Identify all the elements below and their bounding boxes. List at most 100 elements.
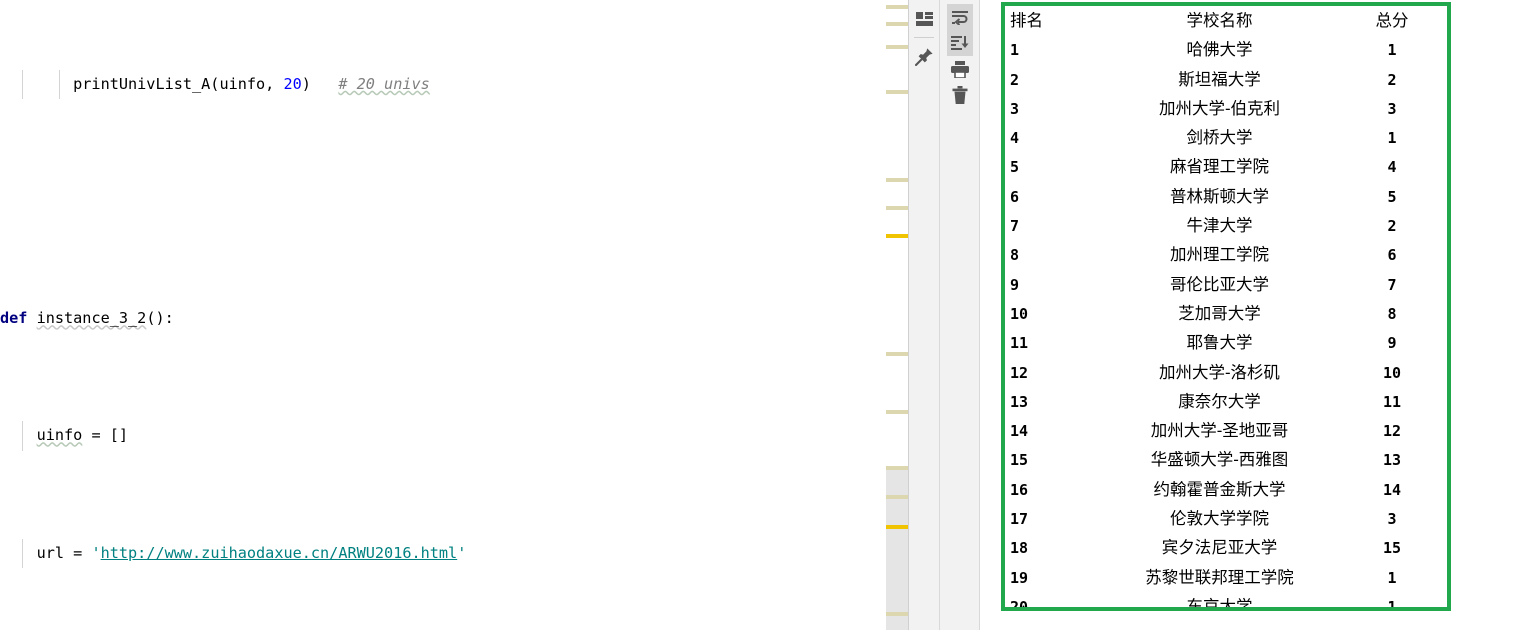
table-row: 10 芝加哥大学 8: [1005, 299, 1447, 328]
table-row: 4 剑桥大学 1: [1005, 123, 1447, 152]
table-row: 9 哥伦比亚大学 7: [1005, 270, 1447, 299]
table-row: 2 斯坦福大学 2: [1005, 65, 1447, 94]
cell-rank: 10: [1010, 304, 1029, 323]
table-row: 7 牛津大学 2: [1005, 211, 1447, 240]
cell-score: 1: [1387, 129, 1397, 148]
table-row: 19 苏黎世联邦理工学院 1: [1005, 563, 1447, 592]
cell-score: 1: [1387, 568, 1397, 587]
console-side-toolbar: [940, 0, 980, 630]
column-header-score: 总分: [1375, 11, 1409, 30]
cell-rank: 14: [1010, 422, 1029, 441]
cell-rank: 3: [1010, 99, 1020, 118]
scrollbar-marker[interactable]: [886, 612, 908, 616]
cell-name: 宾夕法尼亚大学: [1161, 538, 1278, 558]
scrollbar-thumb[interactable]: [886, 468, 908, 630]
cell-score: 3: [1387, 99, 1397, 118]
cell-score: 3: [1387, 510, 1397, 529]
cell-score: 9: [1387, 334, 1397, 353]
scrollbar-marker[interactable]: [886, 22, 908, 26]
trash-icon[interactable]: [947, 82, 973, 108]
cell-name: 加州大学-洛杉矶: [1158, 362, 1281, 382]
print-icon[interactable]: [947, 56, 973, 82]
cell-name: 约翰霍普金斯大学: [1153, 479, 1286, 499]
scrollbar-marker[interactable]: [886, 495, 908, 499]
output-bordered-region: 排名 学校名称 总分 1 哈佛大学 1 2 斯坦福大学 2 3 加州大学-伯克利: [1001, 2, 1451, 611]
ide-window: printUnivList_A(uinfo, 20) # 20 univs de…: [0, 0, 1525, 630]
cell-name: 芝加哥大学: [1178, 303, 1261, 323]
table-row: 6 普林斯顿大学 5: [1005, 182, 1447, 211]
pin-icon[interactable]: [911, 43, 937, 69]
cell-rank: 11: [1010, 334, 1029, 353]
scrollbar-marker-warning[interactable]: [886, 525, 908, 529]
scrollbar-marker[interactable]: [886, 206, 908, 210]
cell-score: 2: [1387, 70, 1397, 89]
university-ranking-table: 排名 学校名称 总分 1 哈佛大学 1 2 斯坦福大学 2 3 加州大学-伯克利: [1005, 6, 1447, 611]
scroll-to-end-icon[interactable]: [946, 30, 973, 56]
cell-name: 加州理工学院: [1170, 245, 1269, 265]
cell-score: 13: [1382, 451, 1402, 470]
cell-score: 1: [1387, 41, 1397, 60]
cell-score: 5: [1387, 187, 1397, 206]
cell-score: 2: [1387, 217, 1397, 236]
table-row: 3 加州大学-伯克利 3: [1005, 94, 1447, 123]
cell-rank: 4: [1010, 129, 1020, 148]
table-row: 18 宾夕法尼亚大学 15: [1005, 533, 1447, 562]
scrollbar-marker[interactable]: [886, 90, 908, 94]
cell-rank: 9: [1010, 275, 1020, 294]
scrollbar-marker[interactable]: [886, 45, 908, 49]
cell-name: 哈佛大学: [1186, 40, 1253, 60]
cell-score: 10: [1382, 363, 1402, 382]
cell-score: 7: [1387, 275, 1397, 294]
scrollbar-marker[interactable]: [886, 466, 908, 470]
cell-score: 12: [1382, 422, 1402, 441]
cell-rank: 17: [1010, 510, 1029, 529]
cell-name: 苏黎世联邦理工学院: [1145, 567, 1294, 587]
table-row: 5 麻省理工学院 4: [1005, 152, 1447, 181]
code-line: printUnivList_A(uinfo, 20) # 20 univs: [0, 69, 886, 100]
cell-rank: 5: [1010, 158, 1020, 177]
cell-rank: 8: [1010, 246, 1020, 265]
cell-name: 牛津大学: [1186, 216, 1253, 236]
scrollbar-marker[interactable]: [886, 5, 908, 9]
cell-score: 8: [1387, 304, 1397, 323]
code-content[interactable]: printUnivList_A(uinfo, 20) # 20 univs de…: [0, 0, 886, 630]
cell-rank: 13: [1010, 392, 1029, 411]
cell-rank: 1: [1010, 41, 1020, 60]
editor-scrollbar[interactable]: [886, 0, 909, 630]
cell-name: 伦敦大学学院: [1170, 509, 1269, 529]
layout-panes-icon[interactable]: [911, 6, 937, 32]
toolbar-divider: [914, 37, 934, 38]
cell-name: 剑桥大学: [1186, 128, 1253, 148]
table-row: 16 约翰霍普金斯大学 14: [1005, 475, 1447, 504]
cell-rank: 15: [1010, 451, 1029, 470]
scrollbar-marker[interactable]: [886, 410, 908, 414]
soft-wrap-icon[interactable]: [946, 4, 973, 30]
table-row: 20 东京大学 1: [1005, 592, 1447, 611]
cell-name: 哥伦比亚大学: [1170, 274, 1269, 294]
cell-name: 耶鲁大学: [1186, 333, 1253, 353]
table-row: 15 华盛顿大学-西雅图 13: [1005, 445, 1447, 474]
cell-name: 东京大学: [1186, 596, 1253, 611]
table-row: 11 耶鲁大学 9: [1005, 328, 1447, 357]
cell-name: 普林斯顿大学: [1170, 186, 1269, 206]
table-row: 13 康奈尔大学 11: [1005, 387, 1447, 416]
cell-name: 麻省理工学院: [1170, 157, 1269, 177]
column-header-rank: 排名: [1010, 11, 1043, 30]
cell-score: 1: [1387, 597, 1397, 611]
cell-score: 6: [1387, 246, 1397, 265]
table-row: 12 加州大学-洛杉矶 10: [1005, 358, 1447, 387]
table-row: 17 伦敦大学学院 3: [1005, 504, 1447, 533]
cell-rank: 12: [1010, 363, 1029, 382]
scrollbar-marker-warning[interactable]: [886, 234, 908, 238]
table-header-row: 排名 学校名称 总分: [1005, 6, 1447, 35]
code-editor[interactable]: printUnivList_A(uinfo, 20) # 20 univs de…: [0, 0, 886, 630]
code-line: url = 'http://www.zuihaodaxue.cn/ARWU201…: [0, 538, 886, 568]
run-output-panel: 排名 学校名称 总分 1 哈佛大学 1 2 斯坦福大学 2 3 加州大学-伯克利: [980, 0, 1525, 630]
cell-name: 加州大学-伯克利: [1158, 98, 1281, 118]
scrollbar-marker[interactable]: [886, 352, 908, 356]
table-row: 1 哈佛大学 1: [1005, 35, 1447, 64]
cell-name: 斯坦福大学: [1178, 69, 1261, 89]
scrollbar-marker[interactable]: [886, 178, 908, 182]
cell-rank: 6: [1010, 187, 1020, 206]
cell-score: 11: [1382, 392, 1402, 411]
